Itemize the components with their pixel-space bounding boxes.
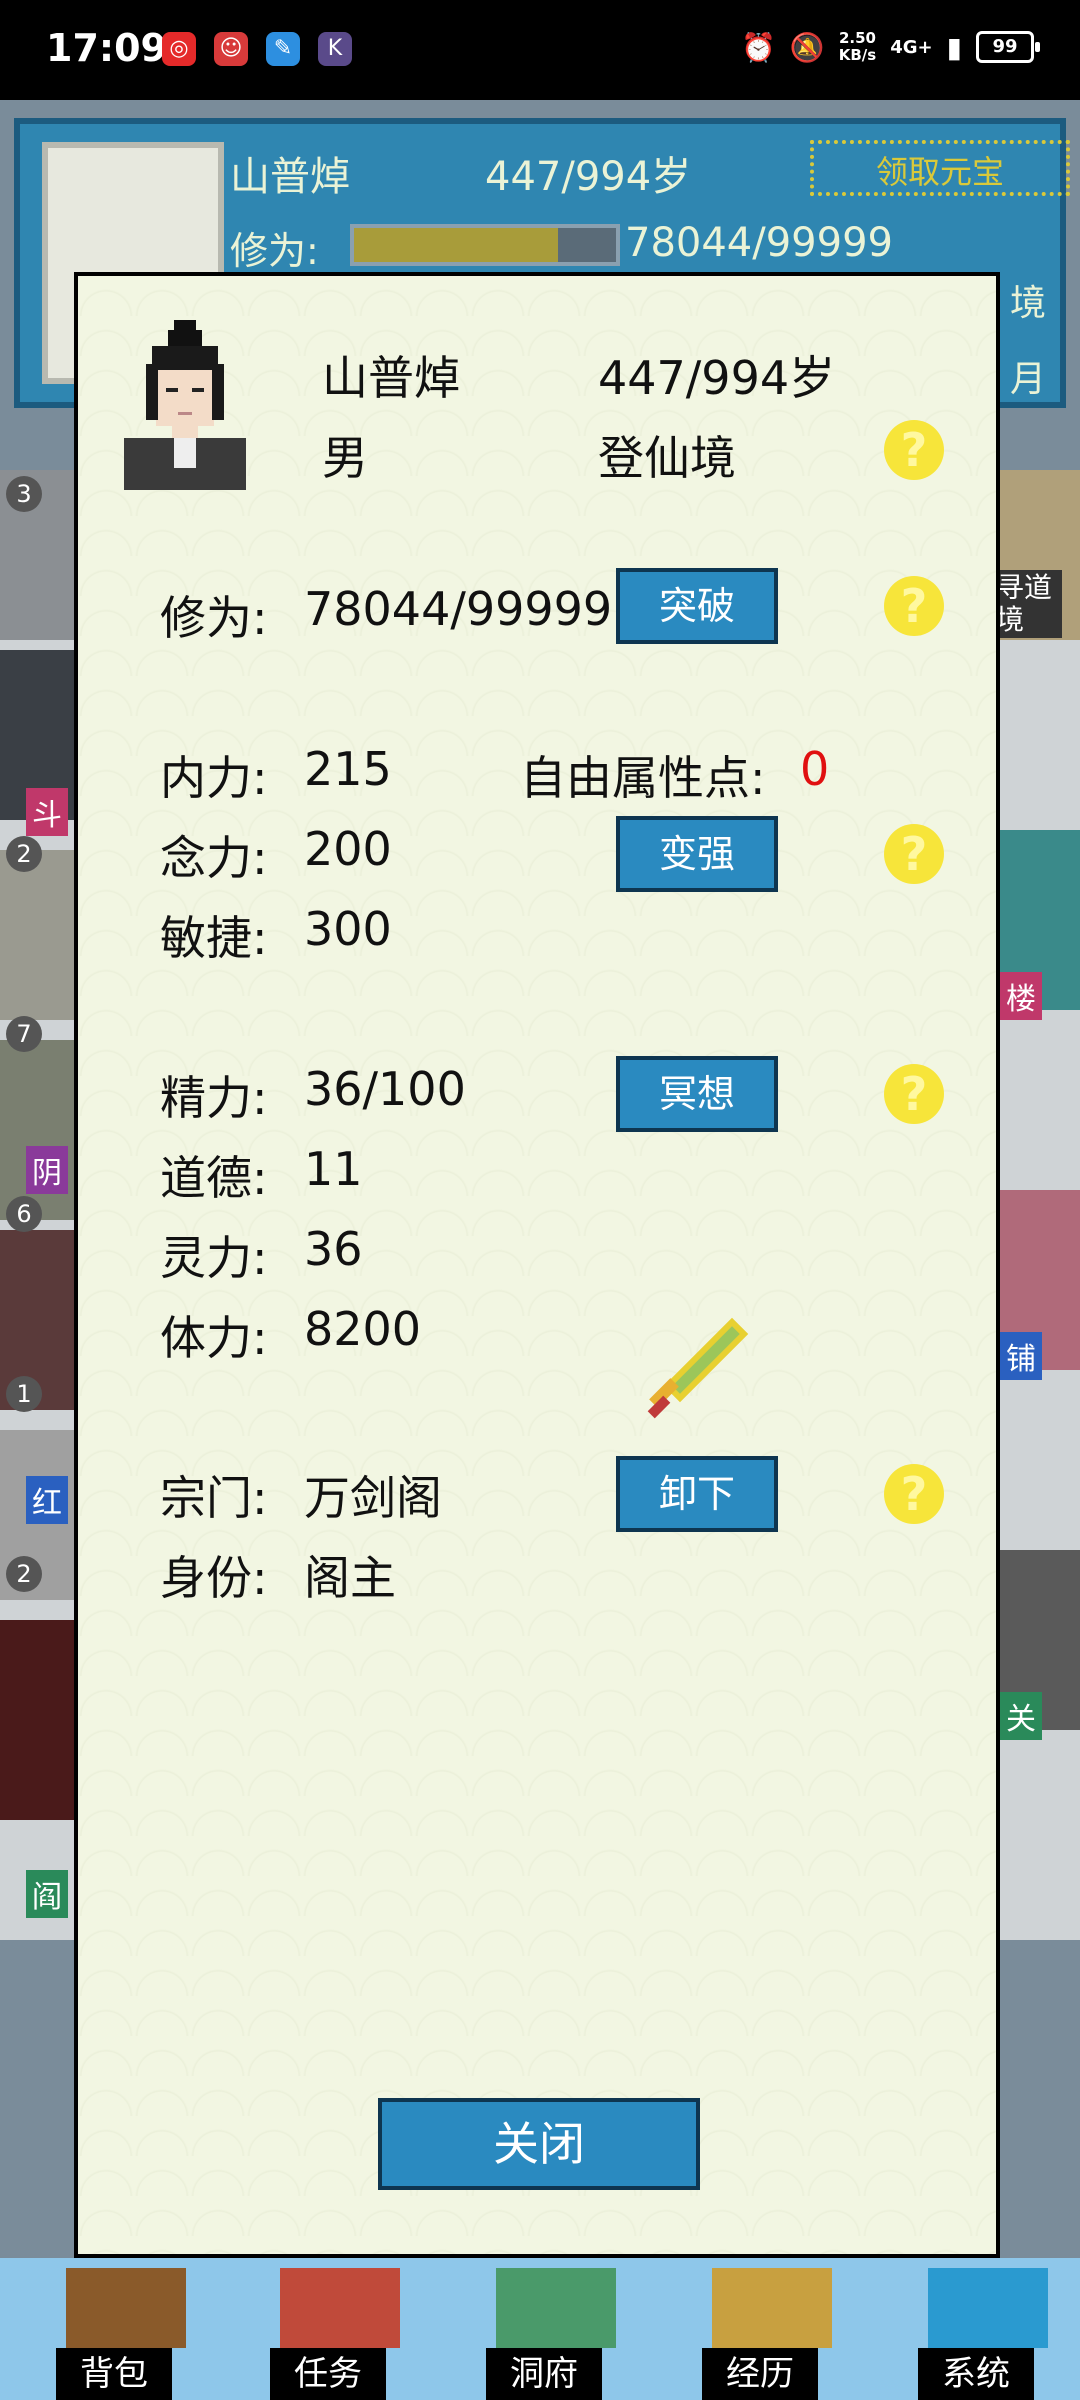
character-info-dialog: 山普焯 447/994岁 男 登仙境 ? 修为: 78044/99999 突破 … xyxy=(74,272,1000,2258)
character-name: 山普焯 xyxy=(322,351,460,405)
tili-label: 体力: xyxy=(160,1311,268,1365)
character-realm: 登仙境 xyxy=(598,431,736,485)
identity-value: 阁主 xyxy=(304,1551,396,1605)
cultivation-progress-fill xyxy=(354,228,559,262)
location-tag: 阎 xyxy=(26,1870,68,1918)
tili-value: 8200 xyxy=(304,1302,422,1356)
location-card[interactable] xyxy=(0,1620,80,1820)
nav-bag[interactable]: 背包 xyxy=(36,2258,216,2400)
identity-label: 身份: xyxy=(160,1551,268,1605)
character-avatar xyxy=(124,320,246,490)
header-name: 山普焯 xyxy=(230,154,350,200)
net-speed-unit: KB/s xyxy=(838,46,877,64)
list-badge: 2 xyxy=(6,1556,42,1592)
lingli-label: 灵力: xyxy=(160,1231,268,1285)
pagoda-icon xyxy=(496,2268,616,2348)
sect-label: 宗门: xyxy=(160,1471,268,1525)
cultivation-help-icon[interactable]: ? xyxy=(884,576,944,636)
notification-icons: ◎ ☺ ✎ K xyxy=(162,32,352,66)
neili-value: 215 xyxy=(304,742,392,796)
nav-cave-label: 洞府 xyxy=(486,2348,602,2400)
location-card[interactable] xyxy=(0,850,80,1020)
netease-music-icon: ◎ xyxy=(162,32,196,66)
location-tag: 楼 xyxy=(1000,972,1042,1020)
realm-help-icon[interactable]: ? xyxy=(884,420,944,480)
breakthrough-button[interactable]: 突破 xyxy=(616,568,778,644)
nianli-value: 200 xyxy=(304,822,392,876)
list-badge: 7 xyxy=(6,1016,42,1052)
header-side-text-month: 月 xyxy=(1010,359,1047,400)
nav-history-label: 经历 xyxy=(702,2348,818,2400)
location-tag: 阴 xyxy=(26,1146,68,1194)
list-badge: 3 xyxy=(6,476,42,512)
cultivation-progress-bar xyxy=(350,224,620,266)
list-badge: 1 xyxy=(6,1376,42,1412)
nav-tasks[interactable]: 任务 xyxy=(250,2258,430,2400)
free-points-value: 0 xyxy=(800,742,830,796)
cultivation-label: 修为: xyxy=(160,591,268,645)
sword-icon[interactable] xyxy=(640,1316,750,1426)
nav-tasks-label: 任务 xyxy=(270,2348,386,2400)
mute-bell-icon: 🔕 xyxy=(789,30,825,64)
gear-icon xyxy=(928,2268,1048,2348)
book-icon xyxy=(712,2268,832,2348)
alarm-icon: ⏰ xyxy=(740,30,776,64)
list-badge: 6 xyxy=(6,1196,42,1232)
bag-icon xyxy=(66,2268,186,2348)
daode-label: 道德: xyxy=(160,1151,268,1205)
location-tag: 寻道境 xyxy=(990,570,1062,638)
header-side-text-realm: 境 xyxy=(1010,283,1047,324)
lingli-value: 36 xyxy=(304,1222,363,1276)
header-cultivation-value: 78044/99999 xyxy=(625,220,893,266)
meditate-button[interactable]: 冥想 xyxy=(616,1056,778,1132)
nav-cave[interactable]: 洞府 xyxy=(466,2258,646,2400)
scroll-icon xyxy=(280,2268,400,2348)
net-speed: 2.50 KB/s xyxy=(839,30,876,64)
list-badge: 2 xyxy=(6,836,42,872)
jingli-value: 36/100 xyxy=(304,1062,466,1116)
status-bar: 17:09 ◎ ☺ ✎ K ⏰ 🔕 2.50 KB/s 4G+ ▮ 99 xyxy=(0,0,1080,100)
k-icon: K xyxy=(318,32,352,66)
net-speed-value: 2.50 xyxy=(838,29,876,47)
unequip-button[interactable]: 卸下 xyxy=(616,1456,778,1532)
location-tag: 红 xyxy=(26,1476,68,1524)
energy-help-icon[interactable]: ? xyxy=(884,1064,944,1124)
signal-icon: ▮ xyxy=(946,30,962,64)
jingli-label: 精力: xyxy=(160,1071,268,1125)
nav-system-label: 系统 xyxy=(918,2348,1034,2400)
nav-history[interactable]: 经历 xyxy=(682,2258,862,2400)
qq-icon: ✎ xyxy=(266,32,300,66)
close-button[interactable]: 关闭 xyxy=(378,2098,700,2190)
strengthen-button[interactable]: 变强 xyxy=(616,816,778,892)
character-gender: 男 xyxy=(322,431,368,485)
minjie-value: 300 xyxy=(304,902,392,956)
battery-icon: 99 xyxy=(976,31,1040,63)
free-points-label: 自由属性点: xyxy=(520,751,766,805)
neili-label: 内力: xyxy=(160,751,268,805)
attributes-help-icon[interactable]: ? xyxy=(884,824,944,884)
app-icon-red: ☺ xyxy=(214,32,248,66)
location-tag: 铺 xyxy=(1000,1332,1042,1380)
minjie-label: 敏捷: xyxy=(160,911,268,965)
header-cultivation-label: 修为: xyxy=(230,229,319,273)
sect-help-icon[interactable]: ? xyxy=(884,1464,944,1524)
network-type: 4G+ xyxy=(890,36,933,58)
daode-value: 11 xyxy=(304,1142,363,1196)
nav-system[interactable]: 系统 xyxy=(898,2258,1078,2400)
sect-value: 万剑阁 xyxy=(304,1471,442,1525)
claim-ingot-button[interactable]: 领取元宝 xyxy=(810,140,1070,196)
bottom-nav: 背包 任务 洞府 经历 系统 xyxy=(0,2258,1080,2400)
location-tag: 斗 xyxy=(26,788,68,836)
nav-bag-label: 背包 xyxy=(56,2348,172,2400)
header-age: 447/994岁 xyxy=(485,154,692,200)
location-tag: 关 xyxy=(1000,1692,1042,1740)
cultivation-value: 78044/99999 xyxy=(304,582,613,636)
nianli-label: 念力: xyxy=(160,831,268,885)
status-right: ⏰ 🔕 2.50 KB/s 4G+ ▮ 99 xyxy=(740,30,1040,64)
status-time: 17:09 xyxy=(46,26,167,70)
character-age: 447/994岁 xyxy=(598,351,836,405)
